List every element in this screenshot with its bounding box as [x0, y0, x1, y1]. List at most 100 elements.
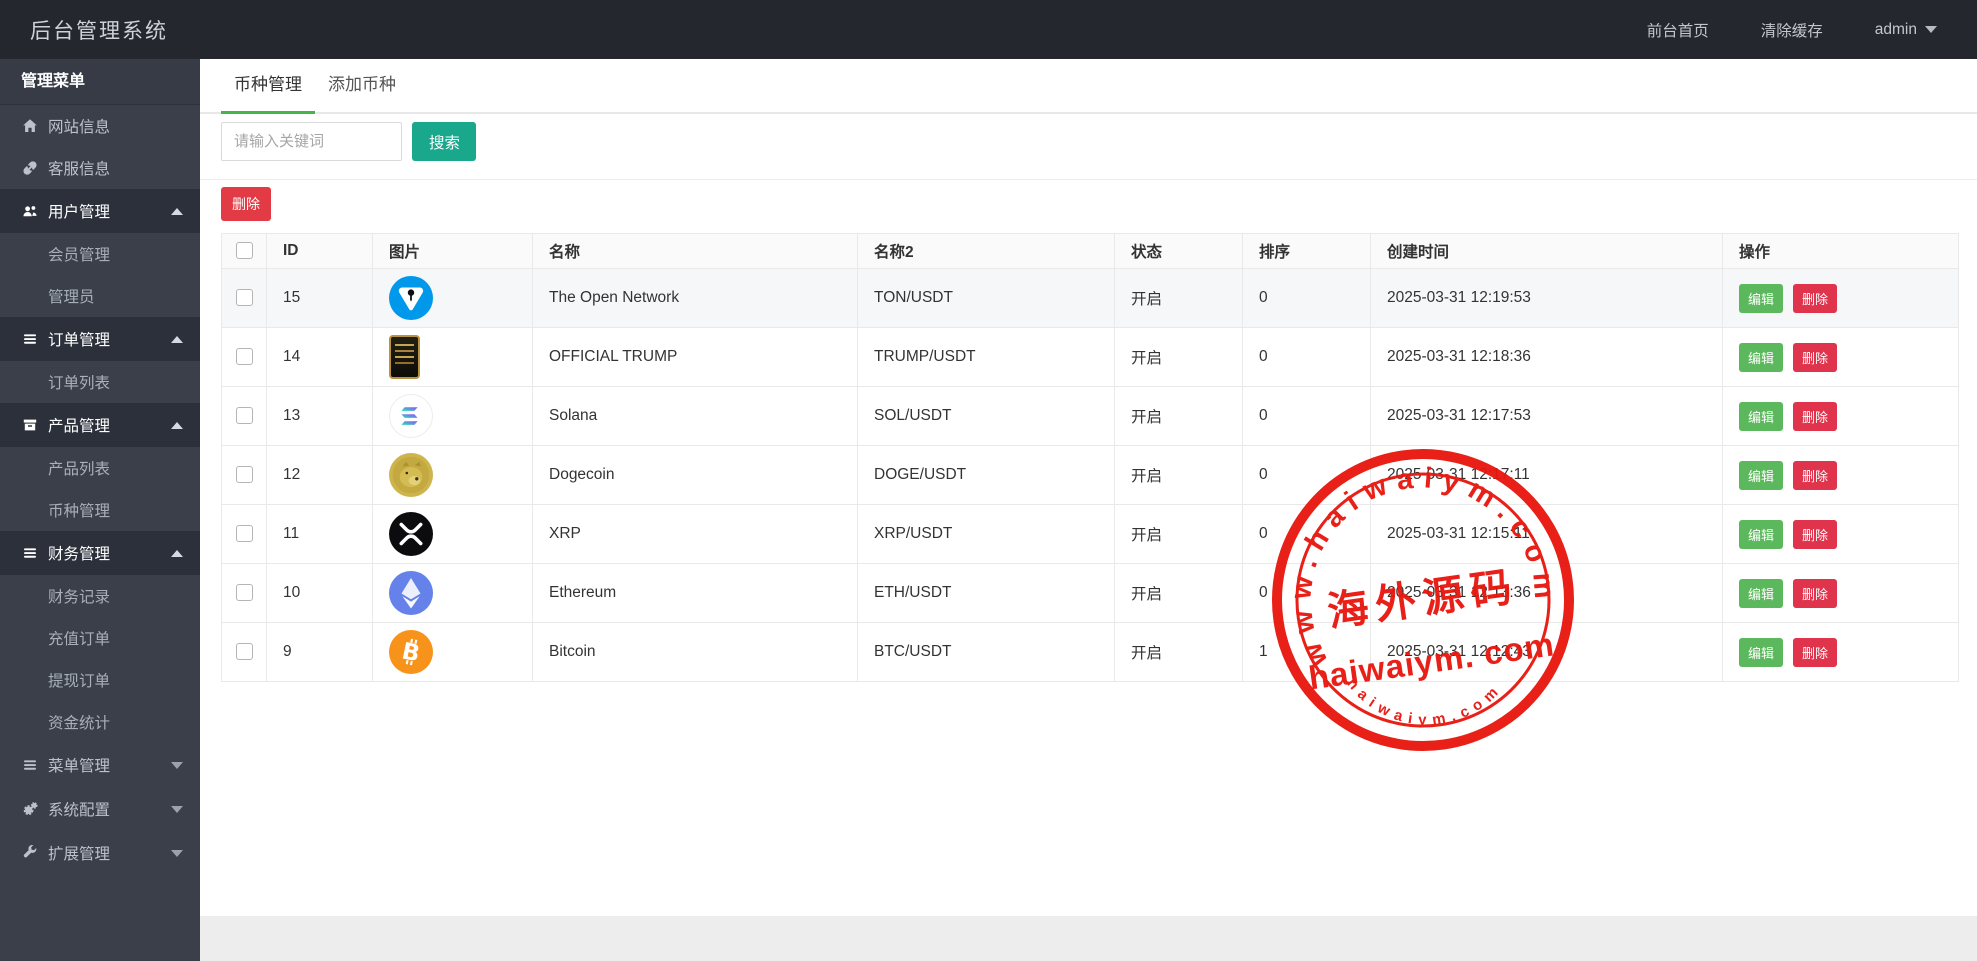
sidebar-item-members[interactable]: 会员管理	[0, 233, 200, 275]
sidebar-item-fund-statistics[interactable]: 资金统计	[0, 701, 200, 743]
ethereum-icon	[389, 571, 433, 615]
sidebar-item-site-info[interactable]: 网站信息	[0, 105, 200, 147]
sidebar-item-order-list[interactable]: 订单列表	[0, 361, 200, 403]
delete-button[interactable]: 删除	[1793, 402, 1837, 431]
toolbar-divider	[200, 179, 1977, 180]
sidebar-section-menus[interactable]: 菜单管理	[0, 743, 200, 787]
cell-status: 开启	[1115, 328, 1243, 387]
cell-id: 14	[267, 328, 373, 387]
footer-strip	[200, 916, 1977, 961]
delete-button[interactable]: 删除	[1793, 638, 1837, 667]
sidebar-item-label: 扩展管理	[48, 842, 110, 864]
cell-name: OFFICIAL TRUMP	[533, 328, 858, 387]
cell-id: 11	[267, 505, 373, 564]
sidebar-item-recharge-orders[interactable]: 充值订单	[0, 617, 200, 659]
sidebar-item-product-list[interactable]: 产品列表	[0, 447, 200, 489]
edit-button[interactable]: 编辑	[1739, 343, 1783, 372]
cell-name2: XRP/USDT	[858, 505, 1115, 564]
edit-button[interactable]: 编辑	[1739, 402, 1783, 431]
cell-name: XRP	[533, 505, 858, 564]
table-row: 11 XRP XRP/USDT 开启 0 2025-03-31 12:15:11…	[222, 505, 1959, 564]
topbar: 后台管理系统 前台首页 清除缓存 admin	[0, 0, 1977, 59]
cell-sort: 0	[1243, 564, 1371, 623]
delete-button[interactable]: 删除	[1793, 520, 1837, 549]
sidebar-section-system-config[interactable]: 系统配置	[0, 787, 200, 831]
row-checkbox[interactable]	[236, 348, 253, 365]
sidebar-item-label: 产品列表	[48, 457, 110, 479]
cell-sort: 0	[1243, 328, 1371, 387]
row-checkbox[interactable]	[236, 525, 253, 542]
delete-button[interactable]: 删除	[1793, 284, 1837, 313]
edit-button[interactable]: 编辑	[1739, 461, 1783, 490]
user-menu[interactable]: admin	[1875, 21, 1937, 39]
cell-name2: TRUMP/USDT	[858, 328, 1115, 387]
ton-icon	[389, 276, 433, 320]
sidebar-section-orders[interactable]: 订单管理	[0, 317, 200, 361]
dogecoin-icon	[389, 453, 433, 497]
cell-created: 2025-03-31 12:18:36	[1371, 328, 1723, 387]
coin-table: ID 图片 名称 名称2 状态 排序 创建时间 操作 15 The Open N…	[221, 233, 1959, 682]
cell-created: 2025-03-31 12:17:53	[1371, 387, 1723, 446]
cell-status: 开启	[1115, 387, 1243, 446]
sidebar-item-administrators[interactable]: 管理员	[0, 275, 200, 317]
tab-coin-management[interactable]: 币种管理	[221, 59, 315, 114]
select-all-checkbox[interactable]	[236, 242, 253, 259]
cell-name2: DOGE/USDT	[858, 446, 1115, 505]
column-header-status: 状态	[1115, 234, 1243, 269]
column-header-sort: 排序	[1243, 234, 1371, 269]
cell-id: 13	[267, 387, 373, 446]
row-checkbox[interactable]	[236, 466, 253, 483]
sidebar-item-label: 用户管理	[48, 200, 110, 222]
main-content: 币种管理 添加币种 搜索 删除 ID 图片 名称 名称2 状态	[200, 59, 1977, 961]
sidebar-item-label: 产品管理	[48, 414, 110, 436]
delete-button[interactable]: 删除	[1793, 461, 1837, 490]
row-checkbox[interactable]	[236, 584, 253, 601]
list-icon	[21, 757, 38, 774]
cell-name2: ETH/USDT	[858, 564, 1115, 623]
row-checkbox[interactable]	[236, 289, 253, 306]
edit-button[interactable]: 编辑	[1739, 284, 1783, 313]
sidebar-item-label: 客服信息	[48, 157, 110, 179]
trump-icon	[389, 335, 420, 379]
table-row: 14 OFFICIAL TRUMP TRUMP/USDT 开启 0 2025-0…	[222, 328, 1959, 387]
sidebar-item-label: 菜单管理	[48, 754, 110, 776]
column-header-name: 名称	[533, 234, 858, 269]
sidebar-header: 管理菜单	[0, 59, 200, 105]
cell-status: 开启	[1115, 446, 1243, 505]
sidebar: 管理菜单 网站信息 客服信息 用户管理 会员管理 管理员 订单管理 订单列表	[0, 59, 200, 961]
sidebar-item-label: 系统配置	[48, 798, 110, 820]
cell-name: The Open Network	[533, 269, 858, 328]
list-icon	[21, 331, 38, 348]
chevron-down-icon	[171, 762, 183, 769]
bulk-delete-button[interactable]: 删除	[221, 187, 271, 221]
sidebar-item-finance-records[interactable]: 财务记录	[0, 575, 200, 617]
tab-add-coin[interactable]: 添加币种	[315, 59, 409, 114]
edit-button[interactable]: 编辑	[1739, 638, 1783, 667]
clear-cache-link[interactable]: 清除缓存	[1761, 19, 1823, 41]
frontend-home-link[interactable]: 前台首页	[1647, 19, 1709, 41]
chevron-down-icon	[1925, 26, 1937, 33]
delete-button[interactable]: 删除	[1793, 343, 1837, 372]
search-button[interactable]: 搜索	[412, 122, 476, 161]
sidebar-section-products[interactable]: 产品管理	[0, 403, 200, 447]
cell-name: Bitcoin	[533, 623, 858, 682]
sidebar-item-coin-management[interactable]: 币种管理	[0, 489, 200, 531]
sidebar-section-extensions[interactable]: 扩展管理	[0, 831, 200, 875]
box-icon	[21, 417, 38, 434]
sidebar-item-label: 订单管理	[48, 328, 110, 350]
search-input[interactable]	[221, 122, 402, 161]
delete-button[interactable]: 删除	[1793, 579, 1837, 608]
wrench-icon	[21, 845, 38, 862]
edit-button[interactable]: 编辑	[1739, 579, 1783, 608]
edit-button[interactable]: 编辑	[1739, 520, 1783, 549]
table-row: 15 The Open Network TON/USDT 开启 0 2025-0…	[222, 269, 1959, 328]
row-checkbox[interactable]	[236, 407, 253, 424]
row-checkbox[interactable]	[236, 643, 253, 660]
sidebar-item-support-info[interactable]: 客服信息	[0, 147, 200, 189]
chevron-up-icon	[171, 550, 183, 557]
sidebar-section-users[interactable]: 用户管理	[0, 189, 200, 233]
sidebar-section-finance[interactable]: 财务管理	[0, 531, 200, 575]
cell-id: 12	[267, 446, 373, 505]
sidebar-item-withdraw-orders[interactable]: 提现订单	[0, 659, 200, 701]
cell-sort: 0	[1243, 387, 1371, 446]
